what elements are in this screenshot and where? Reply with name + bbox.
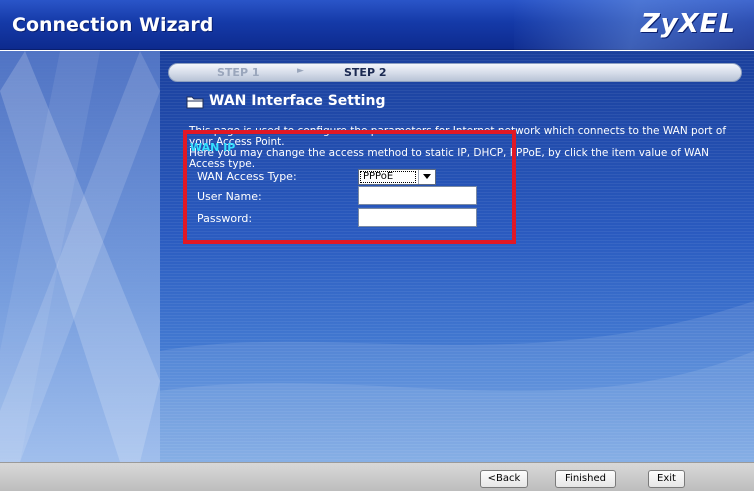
back-button[interactable]: <Back	[480, 470, 528, 488]
folder-icon	[186, 96, 204, 109]
window-title: Connection Wizard	[12, 14, 214, 36]
window-header: Connection Wizard ZyXEL	[0, 0, 754, 50]
brand-logo: ZyXEL	[640, 9, 736, 39]
exit-button[interactable]: Exit	[648, 470, 685, 488]
step-2-label: STEP 2	[344, 66, 387, 79]
password-input[interactable]	[358, 208, 477, 227]
username-input[interactable]	[358, 186, 477, 205]
step-1-label: STEP 1	[217, 66, 260, 79]
background-wave	[160, 301, 754, 462]
step-indicator: STEP 1 ► STEP 2	[168, 63, 742, 82]
footer-bar: <Back Finished Exit	[0, 462, 754, 491]
password-label: Password:	[197, 212, 253, 225]
step-arrow-icon: ►	[297, 66, 304, 76]
wizard-body: STEP 1 ► STEP 2 WAN Interface Setting Th…	[0, 51, 754, 462]
wan-access-type-label: WAN Access Type:	[197, 170, 297, 183]
wan-access-type-value: PPPoE	[360, 171, 416, 183]
wan-ip-group-label: WAN IP	[190, 141, 236, 154]
username-label: User Name:	[197, 190, 262, 203]
finished-button[interactable]: Finished	[555, 470, 616, 488]
wan-access-type-select[interactable]: PPPoE	[358, 169, 436, 185]
chevron-down-icon	[423, 174, 431, 179]
section-title: WAN Interface Setting	[209, 93, 386, 109]
dropdown-button[interactable]	[418, 170, 435, 184]
